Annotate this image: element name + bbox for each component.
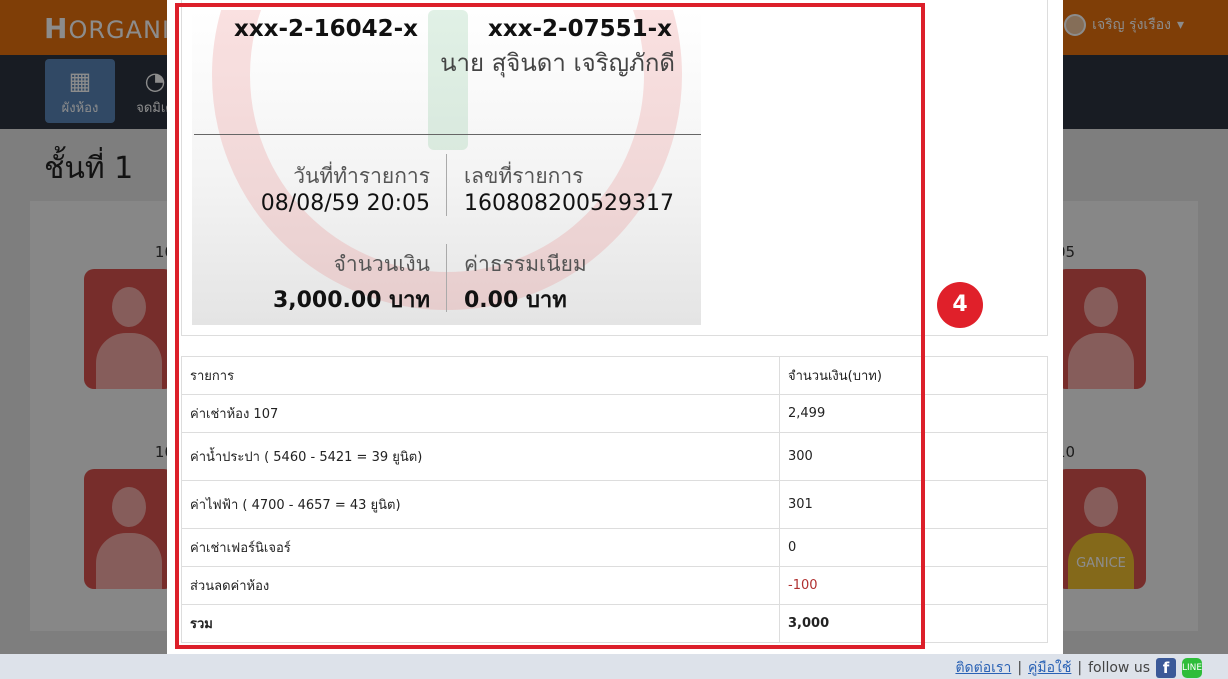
table-row: ค่าไฟฟ้า ( 4700 - 4657 = 43 ยูนิต) 301 (181, 480, 1048, 529)
from-account: xxx-2-16042-x (234, 16, 418, 42)
payment-modal: xxx-2-16042-x xxx-2-07551-x นาย สุจินดา … (167, 0, 1063, 654)
manual-link[interactable]: คู่มือใช้ (1028, 657, 1071, 679)
amount-value: 3,000.00 บาท (272, 288, 430, 313)
slip-container: xxx-2-16042-x xxx-2-07551-x นาย สุจินดา … (181, 0, 1048, 336)
line-icon[interactable]: LINE (1182, 658, 1202, 678)
fee-value: 0.00 บาท (464, 288, 567, 313)
fee-label: ค่าธรรมเนียม (464, 252, 587, 276)
to-account: xxx-2-07551-x (488, 16, 672, 42)
ref-value: 160808200529317 (464, 191, 674, 216)
transfer-slip-image: xxx-2-16042-x xxx-2-07551-x นาย สุจินดา … (192, 10, 701, 325)
table-header: รายการ จำนวนเงิน(บาท) (181, 356, 1048, 395)
bill-table: รายการ จำนวนเงิน(บาท) ค่าเช่าห้อง 107 2,… (181, 356, 1048, 643)
footer: ติดต่อเรา | คู่มือใช้ | follow us f LINE (0, 654, 1228, 679)
amount-label: จำนวนเงิน (333, 252, 430, 276)
contact-link[interactable]: ติดต่อเรา (955, 657, 1011, 679)
table-row: ค่าน้ำประปา ( 5460 - 5421 = 39 ยูนิต) 30… (181, 432, 1048, 481)
date-label: วันที่ทำรายการ (293, 164, 430, 188)
table-row: ส่วนลดค่าห้อง -100 (181, 566, 1048, 605)
date-value: 08/08/59 20:05 (260, 191, 430, 216)
table-row: ค่าเช่าห้อง 107 2,499 (181, 394, 1048, 433)
facebook-icon[interactable]: f (1156, 658, 1176, 678)
ref-label: เลขที่รายการ (464, 164, 584, 188)
follow-us-label: follow us (1088, 660, 1150, 676)
table-total-row: รวม 3,000 (181, 604, 1048, 643)
table-row: ค่าเช่าเฟอร์นิเจอร์ 0 (181, 528, 1048, 567)
recipient-name: นาย สุจินดา เจริญภักดี (440, 49, 675, 77)
step-badge: 4 (937, 282, 983, 328)
